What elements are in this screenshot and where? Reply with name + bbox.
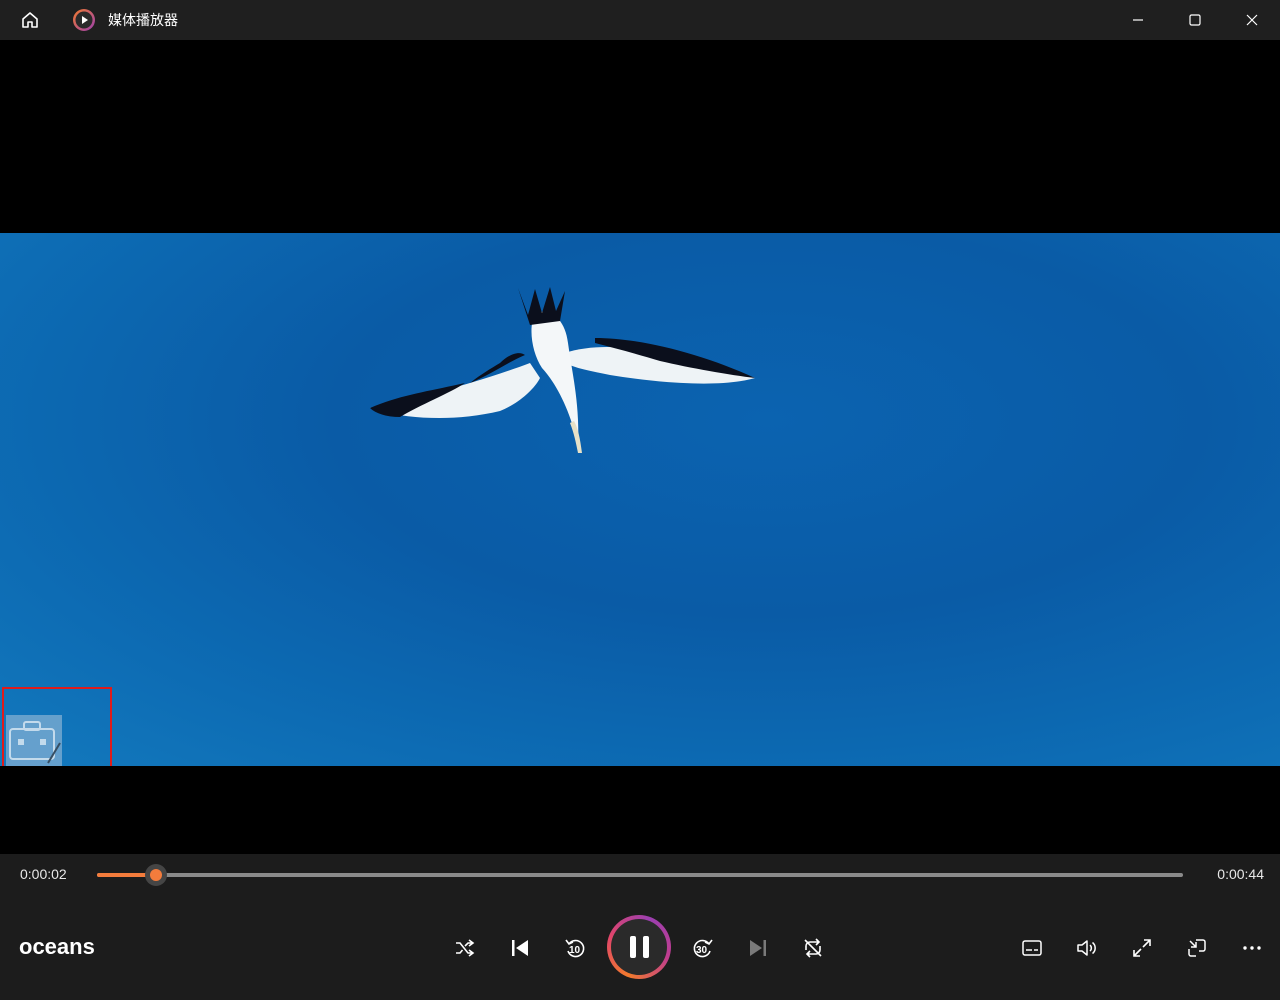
maximize-button[interactable] <box>1166 0 1223 40</box>
watermark-box <box>2 687 112 766</box>
seek-bar[interactable] <box>97 864 1183 886</box>
miniplayer-icon <box>1188 939 1206 957</box>
control-panel: 0:00:02 0:00:44 oceans 10 30 <box>0 854 1280 1000</box>
media-player-icon <box>73 9 95 31</box>
home-icon <box>22 12 38 28</box>
total-time: 0:00:44 <box>1217 866 1264 882</box>
current-time: 0:00:02 <box>20 866 67 882</box>
video-frame <box>0 233 1280 766</box>
more-options-button[interactable] <box>1232 928 1272 968</box>
maximize-icon <box>1188 14 1201 26</box>
shuffle-icon <box>456 939 475 957</box>
rewind-seconds: 10 <box>569 945 581 956</box>
seek-thumb[interactable] <box>144 864 167 886</box>
repeat-off-icon <box>804 938 822 958</box>
forward-seconds: 30 <box>696 945 708 956</box>
next-icon <box>750 940 766 956</box>
minimize-button[interactable] <box>1109 0 1166 40</box>
miniplayer-button[interactable] <box>1177 928 1217 968</box>
window-title: 媒体播放器 <box>108 12 178 28</box>
seek-thumb-dot <box>149 869 162 881</box>
play-pause-button[interactable] <box>607 915 671 979</box>
video-area[interactable] <box>0 40 1280 854</box>
fullscreen-icon <box>1133 939 1151 957</box>
title-bar: 媒体播放器 <box>0 0 1280 40</box>
forward-button[interactable]: 30 <box>683 928 723 968</box>
media-title: oceans <box>19 934 95 959</box>
next-button[interactable] <box>738 928 778 968</box>
toolbox-watermark-icon <box>6 715 62 766</box>
volume-button[interactable] <box>1066 928 1106 968</box>
repeat-button[interactable] <box>793 928 833 968</box>
home-button[interactable] <box>0 0 60 40</box>
play-pause-inner <box>611 919 667 975</box>
close-icon <box>1246 14 1257 26</box>
previous-button[interactable] <box>500 928 540 968</box>
subtitles-icon <box>1022 940 1042 956</box>
pause-icon <box>629 936 649 958</box>
shuffle-button[interactable] <box>445 928 485 968</box>
previous-icon <box>512 940 528 956</box>
fullscreen-button[interactable] <box>1122 928 1162 968</box>
gannet-image <box>370 287 755 453</box>
minimize-icon <box>1132 19 1143 21</box>
rewind-button[interactable]: 10 <box>555 928 595 968</box>
more-icon <box>1243 946 1261 950</box>
subtitles-button[interactable] <box>1012 928 1052 968</box>
close-button[interactable] <box>1223 0 1280 40</box>
volume-icon <box>1077 940 1096 956</box>
